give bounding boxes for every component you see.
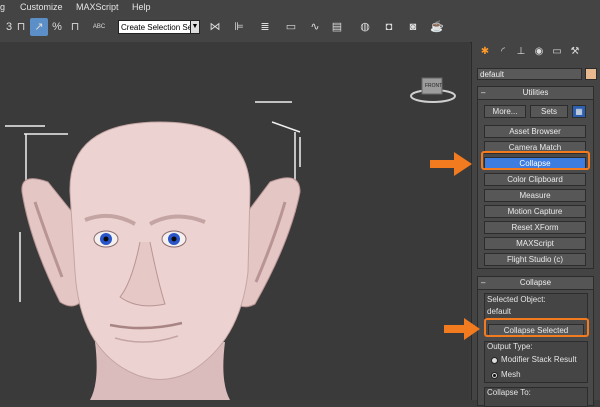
- angle-snap-icon[interactable]: ↗: [30, 18, 48, 36]
- asset-browser-button[interactable]: Asset Browser: [484, 125, 586, 138]
- collapse-to-label: Collapse To:: [487, 388, 531, 397]
- menu-item-customize[interactable]: Customize: [20, 2, 63, 12]
- utilities-tab-icon[interactable]: ⚒: [568, 45, 582, 59]
- snap-toggle-icon[interactable]: ⊓: [12, 18, 30, 36]
- percent-snap-button[interactable]: %: [48, 18, 66, 36]
- flight-studio-button[interactable]: Flight Studio (c): [484, 253, 586, 266]
- collapse-rollout: – Collapse Selected Object: default Coll…: [477, 276, 594, 407]
- menu-bar: g Customize MAXScript Help: [0, 0, 600, 14]
- align-icon[interactable]: ⊫: [230, 18, 248, 36]
- mesh-radio[interactable]: [491, 372, 498, 379]
- render-setup-icon[interactable]: ◘: [380, 18, 398, 36]
- layer-manager-icon[interactable]: ≣: [256, 18, 274, 36]
- arrow-right-icon: [430, 152, 472, 176]
- rendered-frame-icon[interactable]: ◙: [404, 18, 422, 36]
- collapse-title: Collapse: [519, 278, 552, 287]
- collapse-rollout-header[interactable]: – Collapse: [478, 277, 593, 290]
- selected-object-group: Selected Object: default: [484, 293, 588, 319]
- utilities-rollout: – Utilities More... Sets ▦ Asset Browser…: [477, 86, 594, 269]
- motion-tab-icon[interactable]: ◉: [532, 45, 546, 59]
- command-panel: ✱ ◜ ⊥ ◉ ▭ ⚒ default – Utilities More... …: [471, 42, 600, 407]
- menu-item-maxscript[interactable]: MAXScript: [76, 2, 119, 12]
- object-color-swatch[interactable]: [585, 68, 597, 80]
- measure-button[interactable]: Measure: [484, 189, 586, 202]
- mesh-label: Mesh: [501, 370, 521, 379]
- menu-item-group[interactable]: g: [0, 2, 5, 12]
- collapse-selected-callout-highlight: [484, 318, 589, 337]
- render-production-icon[interactable]: ☕: [428, 18, 446, 36]
- display-tab-icon[interactable]: ▭: [550, 45, 564, 59]
- modify-tab-icon[interactable]: ◜: [496, 45, 510, 59]
- named-selection-set-dropdown[interactable]: Create Selection Se: [118, 20, 196, 34]
- chevron-down-icon[interactable]: ▼: [190, 20, 200, 34]
- utilities-title: Utilities: [522, 88, 549, 97]
- sets-button[interactable]: Sets: [530, 105, 568, 118]
- utilities-rollout-header[interactable]: – Utilities: [478, 87, 593, 100]
- more-button[interactable]: More...: [484, 105, 526, 118]
- reset-xform-button[interactable]: Reset XForm: [484, 221, 586, 234]
- maxscript-button[interactable]: MAXScript: [484, 237, 586, 250]
- configure-sets-icon[interactable]: ▦: [572, 105, 586, 118]
- viewcube-label: FRONT: [425, 83, 443, 89]
- output-type-label: Output Type:: [487, 342, 533, 351]
- head-model-render: [5, 101, 301, 400]
- arrow-right-icon: [444, 318, 480, 340]
- modifier-stack-label: Modifier Stack Result: [501, 355, 577, 364]
- menu-item-help[interactable]: Help: [132, 2, 151, 12]
- output-type-group: Output Type: Modifier Stack Result Mesh: [484, 341, 588, 383]
- mirror-icon[interactable]: ⋈: [206, 18, 224, 36]
- curve-editor-icon[interactable]: ∿: [306, 18, 324, 36]
- command-panel-tabs: ✱ ◜ ⊥ ◉ ▭ ⚒: [472, 42, 600, 62]
- collapse-callout-highlight: [481, 151, 590, 170]
- ribbon-icon[interactable]: ▭: [282, 18, 300, 36]
- selected-object-value: default: [487, 307, 512, 316]
- viewcube[interactable]: FRONT: [408, 76, 458, 104]
- main-toolbar: 3 ⊓ ↗ % ⊓ ABC Create Selection Se ▼ ⋈ ⊫ …: [0, 14, 600, 43]
- schematic-view-icon[interactable]: ▤: [328, 18, 346, 36]
- create-tab-icon[interactable]: ✱: [478, 45, 492, 59]
- spinner-snap-icon[interactable]: ⊓: [66, 18, 84, 36]
- edit-named-selection-button[interactable]: ABC: [90, 18, 108, 36]
- perspective-viewport[interactable]: FRONT: [0, 42, 470, 400]
- material-editor-icon[interactable]: ◍: [356, 18, 374, 36]
- modifier-stack-radio[interactable]: [491, 357, 498, 364]
- object-name-field[interactable]: default: [477, 68, 582, 80]
- collapse-minus-icon: –: [481, 88, 486, 97]
- selected-object-label: Selected Object:: [487, 295, 546, 304]
- collapse-to-group: Collapse To:: [484, 387, 588, 407]
- color-clipboard-button[interactable]: Color Clipboard: [484, 173, 586, 186]
- hierarchy-tab-icon[interactable]: ⊥: [514, 45, 528, 59]
- motion-capture-button[interactable]: Motion Capture: [484, 205, 586, 218]
- collapse-minus-icon: –: [481, 278, 486, 287]
